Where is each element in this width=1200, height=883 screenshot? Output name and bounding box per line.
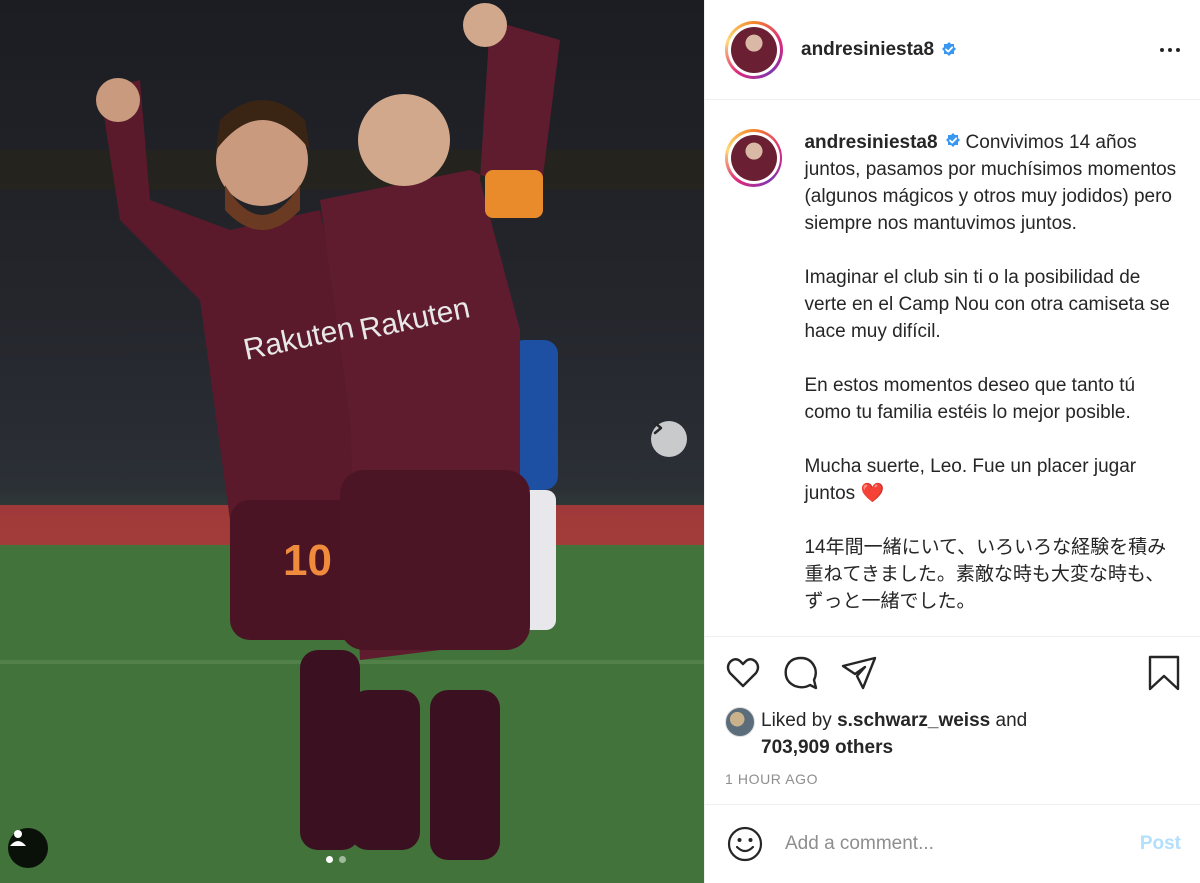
carousel-next-button[interactable] bbox=[651, 421, 687, 457]
comment-icon[interactable] bbox=[783, 655, 819, 691]
bookmark-icon[interactable] bbox=[1147, 655, 1181, 691]
caption-text: andresiniesta8 Convivimos 14 años juntos,… bbox=[804, 129, 1181, 615]
carousel-indicator bbox=[326, 856, 346, 863]
caption-section: andresiniesta8 Convivimos 14 años juntos,… bbox=[705, 101, 1200, 636]
carousel-dot bbox=[339, 856, 346, 863]
action-icons-row bbox=[725, 653, 1181, 693]
post-timestamp[interactable]: 1 HOUR AGO bbox=[725, 771, 1181, 787]
more-options-button[interactable] bbox=[1160, 47, 1180, 52]
post-photo[interactable]: 10 Rakuten Rakuten bbox=[0, 0, 704, 883]
likes-conjunction: and bbox=[995, 710, 1028, 731]
avatar-image bbox=[731, 26, 777, 73]
photo-illustration: 10 Rakuten Rakuten bbox=[0, 3, 704, 883]
likes-summary: Liked by s.schwarz_weiss and 703,909 oth… bbox=[725, 707, 1181, 761]
chevron-right-icon bbox=[653, 421, 663, 435]
avatar-image bbox=[730, 135, 777, 181]
verified-badge-icon bbox=[945, 133, 960, 147]
liker-username[interactable]: s.schwarz_weiss bbox=[837, 710, 990, 731]
post-header: andresiniesta8 bbox=[705, 0, 1200, 100]
more-options-icon bbox=[1160, 47, 1164, 52]
liker-avatar[interactable] bbox=[725, 707, 755, 737]
heart-icon[interactable] bbox=[725, 655, 761, 691]
likes-count[interactable]: 703,909 others bbox=[761, 737, 893, 758]
caption-row: andresiniesta8 Convivimos 14 años juntos,… bbox=[725, 129, 1181, 615]
verified-badge-icon bbox=[942, 41, 957, 56]
carousel-dot-active bbox=[326, 856, 333, 863]
likes-prefix: Liked by bbox=[761, 710, 832, 731]
emoji-icon[interactable] bbox=[727, 826, 763, 862]
caption-body: Convivimos 14 años juntos, pasamos por m… bbox=[804, 132, 1177, 612]
header-username[interactable]: andresiniesta8 bbox=[801, 39, 934, 61]
avatar[interactable] bbox=[725, 20, 783, 79]
comment-bar: Post bbox=[705, 804, 1200, 883]
post-comment-button[interactable]: Post bbox=[1140, 833, 1181, 855]
share-icon[interactable] bbox=[841, 655, 877, 691]
caption-avatar[interactable] bbox=[725, 129, 783, 187]
post-side-panel: andresiniesta8 andresiniesta8 Convivimos … bbox=[704, 0, 1200, 883]
comment-input[interactable] bbox=[785, 833, 1140, 855]
caption-username[interactable]: andresiniesta8 bbox=[804, 132, 937, 153]
user-tag-icon bbox=[10, 830, 26, 846]
svg-text:10: 10 bbox=[283, 536, 332, 585]
post-actions: Liked by s.schwarz_weiss and 703,909 oth… bbox=[705, 636, 1200, 787]
user-tag-button[interactable] bbox=[8, 828, 48, 868]
